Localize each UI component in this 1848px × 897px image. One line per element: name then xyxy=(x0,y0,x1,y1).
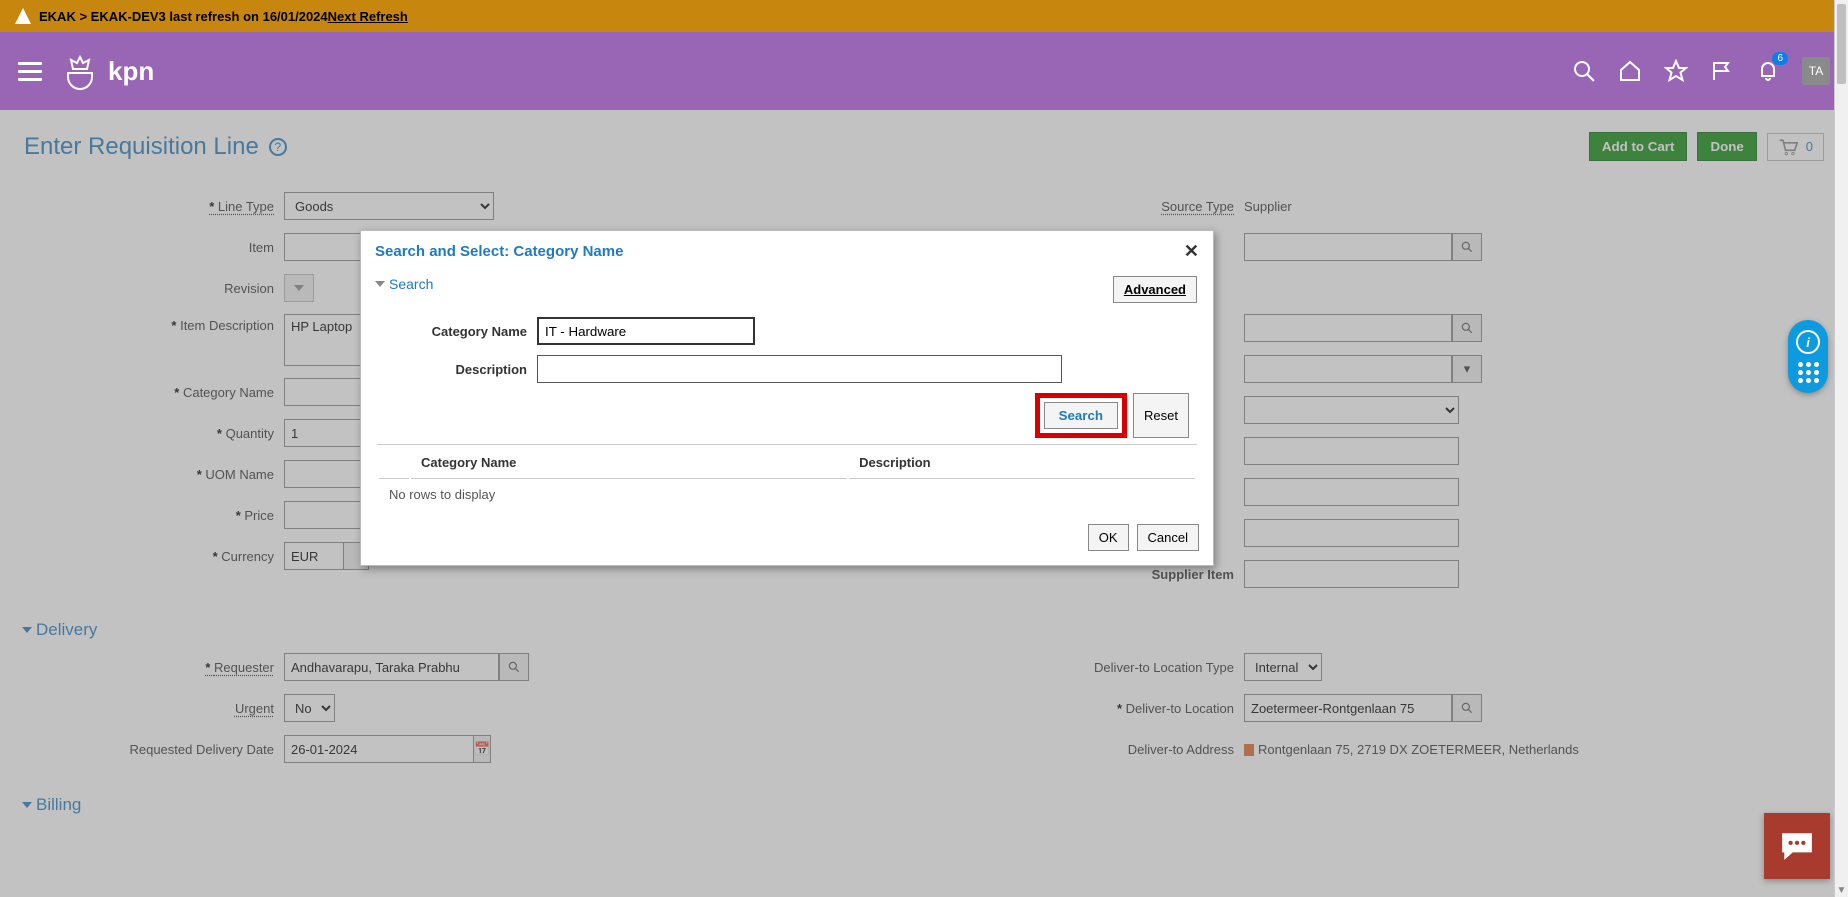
no-rows-text: No rows to display xyxy=(379,481,1195,508)
modal-search-button[interactable]: Search xyxy=(1044,402,1118,429)
hamburger-menu[interactable] xyxy=(18,62,42,81)
modal-desc-label: Description xyxy=(407,362,537,377)
col-category[interactable]: Category Name xyxy=(411,447,847,479)
modal-close-button[interactable]: ✕ xyxy=(1184,241,1199,262)
crown-icon xyxy=(60,51,100,91)
app-logo[interactable]: kpn xyxy=(60,51,154,91)
modal-desc-input[interactable] xyxy=(537,355,1062,383)
logo-text: kpn xyxy=(108,56,154,87)
scroll-thumb[interactable] xyxy=(1837,4,1846,84)
warning-icon xyxy=(15,8,31,24)
app-header: kpn 6 TA xyxy=(0,32,1848,110)
dialpad-icon xyxy=(1798,362,1819,383)
search-icon[interactable] xyxy=(1572,59,1596,83)
search-select-modal: Search and Select: Category Name ✕ Searc… xyxy=(360,230,1214,566)
modal-ok-button[interactable]: OK xyxy=(1088,524,1129,551)
flag-icon[interactable] xyxy=(1710,59,1734,83)
chat-icon xyxy=(1780,831,1814,861)
vertical-scrollbar[interactable]: ▲ ▼ xyxy=(1834,0,1848,897)
notifications-button[interactable]: 6 xyxy=(1756,58,1780,85)
modal-title: Search and Select: Category Name xyxy=(375,243,623,260)
scroll-down-arrow[interactable]: ▼ xyxy=(1835,883,1848,897)
modal-category-label: Category Name xyxy=(407,324,537,339)
collapse-icon xyxy=(375,281,385,287)
modal-category-input[interactable] xyxy=(537,317,755,345)
modal-reset-button[interactable]: Reset xyxy=(1133,393,1189,438)
col-description[interactable]: Description xyxy=(849,447,1195,479)
home-icon[interactable] xyxy=(1618,59,1642,83)
warning-text: EKAK > EKAK-DEV3 last refresh on 16/01/2… xyxy=(39,9,328,24)
chat-float-button[interactable] xyxy=(1764,813,1830,879)
notification-count: 6 xyxy=(1772,52,1788,65)
advanced-button[interactable]: Advanced xyxy=(1113,276,1197,303)
environment-warning-bar: EKAK > EKAK-DEV3 last refresh on 16/01/2… xyxy=(0,0,1848,32)
search-button-highlight: Search xyxy=(1035,393,1127,438)
next-refresh-link[interactable]: Next Refresh xyxy=(328,9,408,24)
modal-cancel-button[interactable]: Cancel xyxy=(1137,524,1199,551)
help-float-widget[interactable]: i xyxy=(1788,320,1828,393)
search-section-toggle[interactable]: Search xyxy=(377,276,433,292)
star-icon[interactable] xyxy=(1664,59,1688,83)
info-icon: i xyxy=(1796,330,1820,354)
user-avatar[interactable]: TA xyxy=(1802,57,1830,85)
results-table: Category Name Description No rows to dis… xyxy=(377,444,1197,510)
